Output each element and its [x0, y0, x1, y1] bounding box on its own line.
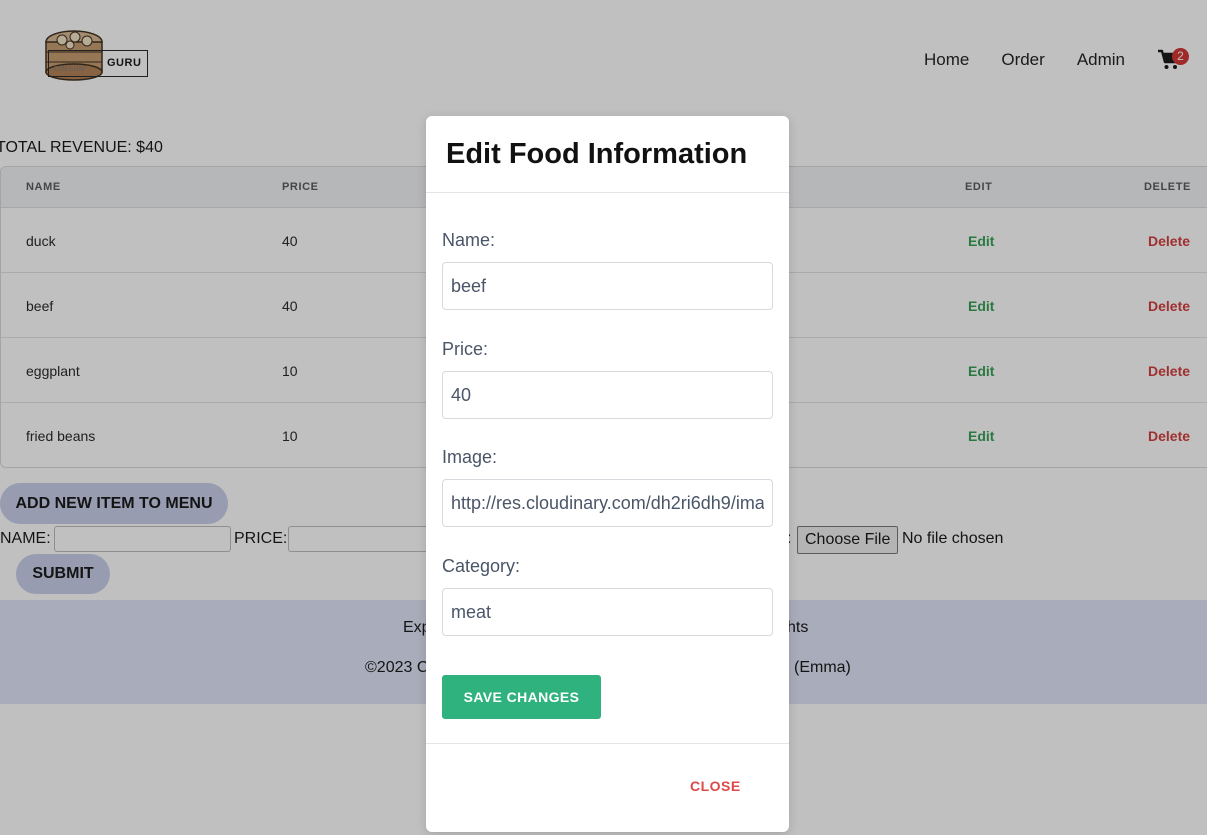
- close-button[interactable]: CLOSE: [690, 778, 741, 794]
- edit-food-modal: Edit Food Information Name: Price: Image…: [426, 116, 789, 832]
- save-changes-button[interactable]: SAVE CHANGES: [442, 675, 601, 719]
- price-input[interactable]: [442, 371, 773, 419]
- price-label: Price:: [442, 339, 489, 359]
- name-input[interactable]: [442, 262, 773, 310]
- divider: [426, 192, 789, 193]
- category-input[interactable]: [442, 588, 773, 636]
- image-url-input[interactable]: [442, 479, 773, 527]
- divider: [426, 743, 789, 744]
- category-label: Category:: [442, 556, 521, 576]
- image-label: Image:: [442, 447, 498, 467]
- name-label: Name:: [442, 230, 496, 250]
- modal-title: Edit Food Information: [446, 138, 748, 170]
